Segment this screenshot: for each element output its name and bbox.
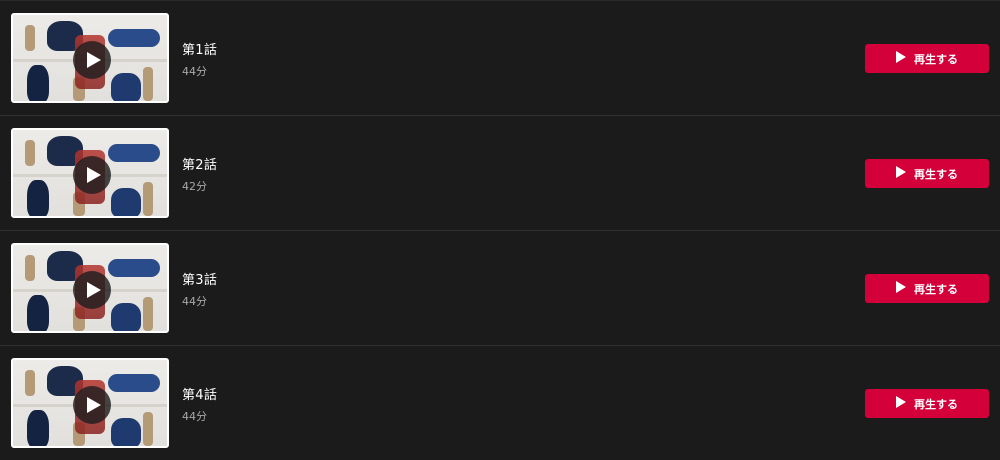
play-icon[interactable] — [73, 386, 111, 424]
episode-thumbnail[interactable] — [11, 243, 169, 333]
play-button-label: 再生する — [914, 397, 958, 411]
play-button-label: 再生する — [914, 167, 958, 181]
episode-thumbnail[interactable] — [11, 128, 169, 218]
play-button[interactable]: 再生する — [865, 274, 989, 303]
play-icon — [896, 281, 906, 296]
play-button[interactable]: 再生する — [865, 389, 989, 418]
episode-title: 第2話 — [182, 158, 218, 173]
episode-row: 第3話 44分 再生する — [0, 230, 1000, 345]
play-icon[interactable] — [73, 156, 111, 194]
episode-title: 第1話 — [182, 43, 218, 58]
episode-duration: 44分 — [182, 410, 207, 423]
episode-row: 第4話 44分 再生する — [0, 345, 1000, 460]
play-icon — [896, 166, 906, 181]
play-button[interactable]: 再生する — [865, 159, 989, 188]
episode-list: 第1話 44分 再生する 第2話 42分 再生する 第3話 44分 再生する 第… — [0, 0, 1000, 460]
episode-thumbnail[interactable] — [11, 358, 169, 448]
episode-duration: 44分 — [182, 295, 207, 308]
episode-thumbnail[interactable] — [11, 13, 169, 103]
episode-row: 第2話 42分 再生する — [0, 115, 1000, 230]
play-icon — [896, 396, 906, 411]
play-icon — [896, 51, 906, 66]
episode-row: 第1話 44分 再生する — [0, 0, 1000, 115]
play-icon[interactable] — [73, 41, 111, 79]
episode-title: 第4話 — [182, 388, 218, 403]
play-icon[interactable] — [73, 271, 111, 309]
play-button-label: 再生する — [914, 282, 958, 296]
episode-title: 第3話 — [182, 273, 218, 288]
play-button-label: 再生する — [914, 52, 958, 66]
play-button[interactable]: 再生する — [865, 44, 989, 73]
episode-duration: 42分 — [182, 180, 207, 193]
episode-duration: 44分 — [182, 65, 207, 78]
